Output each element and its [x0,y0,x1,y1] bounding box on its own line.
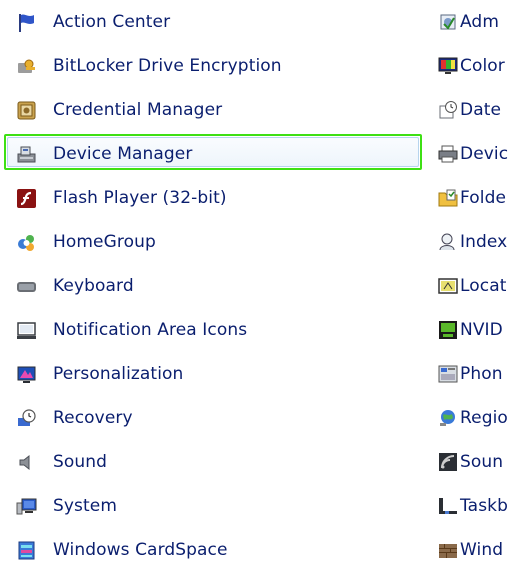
control-panel-item-region-language[interactable]: Regio [436,396,530,440]
control-panel-item-notification-area-icons[interactable]: Notification Area Icons [0,308,428,352]
location-icon [438,276,458,297]
control-panel-item-windows-firewall[interactable]: Wind [436,528,530,561]
control-panel-item-phone-modem[interactable]: Phon [436,352,530,396]
control-panel-item-system[interactable]: System [0,484,428,528]
clock-icon [438,100,458,121]
control-panel-item-taskbar[interactable]: Taskb [436,484,530,528]
control-panel-item-personalization[interactable]: Personalization [0,352,428,396]
control-panel-items: Action Center BitLocker Drive Encryption… [0,0,530,561]
speech-icon [438,452,458,473]
admin-tools-icon [438,12,458,33]
control-panel-item-color-management[interactable]: Color [436,44,530,88]
cardspace-icon [16,540,37,561]
personalization-icon [16,364,37,385]
folder-options-icon [438,188,458,209]
control-panel-item-recovery[interactable]: Recovery [0,396,428,440]
control-panel-item-credential-manager[interactable]: Credential Manager [0,88,428,132]
indexing-icon [438,232,458,253]
control-panel-item-keyboard[interactable]: Keyboard [0,264,428,308]
control-panel-item-location-sensors[interactable]: Locat [436,264,530,308]
right-column: Adm Color Date Devic Folde Index Locat N… [436,0,530,561]
device-manager-icon [16,144,37,165]
control-panel-item-indexing-options[interactable]: Index [436,220,530,264]
control-panel-item-bitlocker[interactable]: BitLocker Drive Encryption [0,44,428,88]
control-panel-item-windows-cardspace[interactable]: Windows CardSpace [0,528,428,561]
devices-printers-icon [438,144,458,165]
left-column: Action Center BitLocker Drive Encryption… [0,0,428,561]
flash-icon [16,188,37,209]
flag-icon [16,12,37,33]
control-panel-item-action-center[interactable]: Action Center [0,0,428,44]
recovery-icon [16,408,37,429]
control-panel-item-sound[interactable]: Sound [0,440,428,484]
taskbar-icon [438,496,458,517]
firewall-icon [438,540,458,561]
bitlocker-key-icon [16,56,37,77]
control-panel-item-folder-options[interactable]: Folde [436,176,530,220]
system-icon [16,496,37,517]
phone-modem-icon [438,364,458,385]
control-panel-item-device-manager[interactable]: Device Manager [0,132,428,176]
region-globe-icon [438,408,458,429]
control-panel-item-flash-player[interactable]: Flash Player (32-bit) [0,176,428,220]
nvidia-icon [438,320,458,341]
control-panel-item-devices-printers[interactable]: Devic [436,132,530,176]
control-panel-item-administrative-tools[interactable]: Adm [436,0,530,44]
control-panel-item-nvidia[interactable]: NVID [436,308,530,352]
color-management-icon [438,56,458,77]
control-panel-item-date-time[interactable]: Date [436,88,530,132]
speaker-icon [16,452,37,473]
control-panel-item-homegroup[interactable]: HomeGroup [0,220,428,264]
notification-area-icon [16,320,37,341]
keyboard-icon [16,276,37,297]
homegroup-icon [16,232,37,253]
vault-icon [16,100,37,121]
control-panel-item-speech[interactable]: Soun [436,440,530,484]
